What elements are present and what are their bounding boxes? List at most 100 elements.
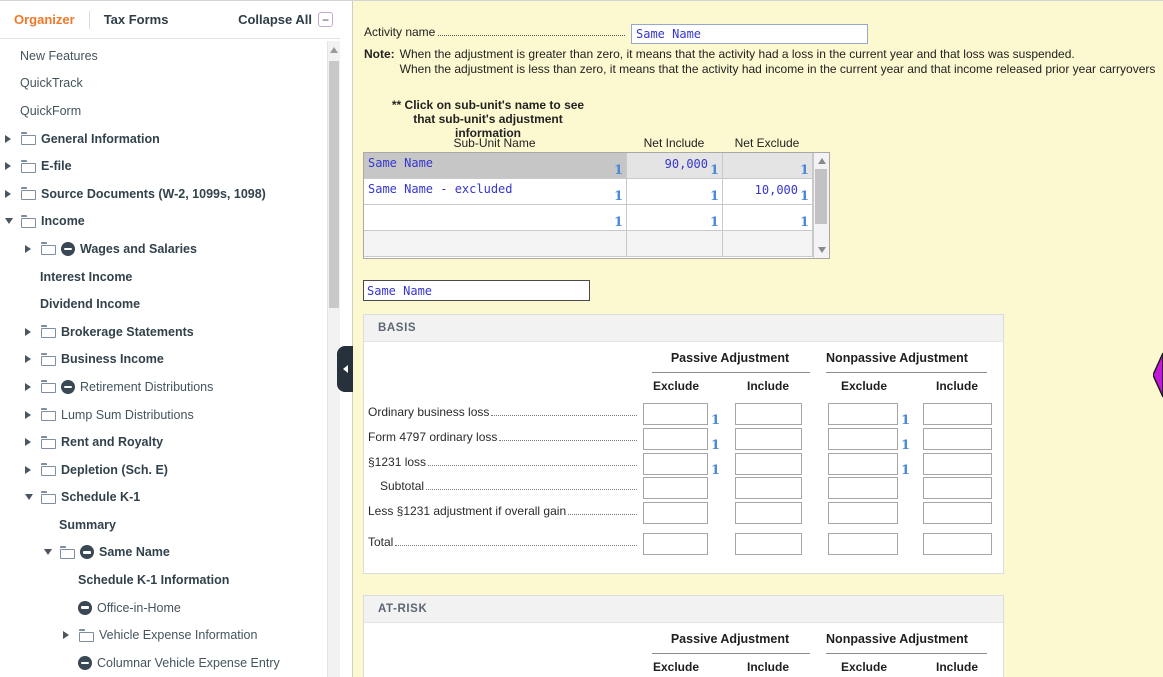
entry-flag-icon: 1: [709, 189, 719, 204]
expand-arrow-icon[interactable]: [5, 189, 20, 198]
basis-less-1231-adjustment-if-overall-gain-passive-exclude-input[interactable]: [643, 502, 708, 524]
basis-subtotal-passive-exclude-input[interactable]: [643, 477, 708, 499]
basis-total-nonpassive-include-input[interactable]: [923, 533, 992, 555]
net-include-cell[interactable]: [627, 231, 723, 257]
net-include-cell[interactable]: 1: [627, 179, 723, 205]
sidebar-item-schedule-k-1[interactable]: Schedule K-1: [0, 484, 327, 512]
column-header-include: Include: [935, 660, 979, 674]
scrollbar-thumb[interactable]: [329, 61, 339, 308]
sidebar-item-vehicle-expense-information[interactable]: Vehicle Expense Information: [0, 621, 327, 649]
folder-icon: [40, 325, 56, 339]
collapse-arrow-icon[interactable]: [44, 549, 59, 556]
subunit-name-cell[interactable]: 1: [364, 205, 627, 231]
sidebar-item-depletion-sch-e[interactable]: Depletion (Sch. E): [0, 456, 327, 484]
basis-total-nonpassive-exclude-input[interactable]: [828, 533, 898, 555]
expand-arrow-icon[interactable]: [25, 382, 40, 391]
sidebar-item-quicktrack[interactable]: QuickTrack: [0, 70, 327, 98]
activity-name-input[interactable]: [631, 24, 868, 44]
sidebar-item-quickform[interactable]: QuickForm: [0, 97, 327, 125]
basis-ordinary-business-loss-passive-include-input[interactable]: [735, 403, 802, 425]
sidebar-item-source-documents-w-2-1099s-1098[interactable]: Source Documents (W-2, 1099s, 1098): [0, 180, 327, 208]
table-scrollbar[interactable]: [813, 153, 829, 258]
net-include-cell[interactable]: 1: [627, 205, 723, 231]
sidebar-item-general-information[interactable]: General Information: [0, 125, 327, 153]
sidebar-item-business-income[interactable]: Business Income: [0, 346, 327, 374]
sidebar-collapse-handle[interactable]: [337, 346, 353, 392]
basis-less-1231-adjustment-if-overall-gain-nonpassive-exclude-input[interactable]: [828, 502, 898, 524]
subunit-name-cell[interactable]: Same Name - excluded 1: [364, 179, 627, 205]
net-exclude-cell[interactable]: 1: [723, 205, 813, 231]
collapse-arrow-icon[interactable]: [5, 218, 20, 225]
sidebar-item-interest-income[interactable]: Interest Income: [0, 263, 327, 291]
basis-ordinary-business-loss-passive-exclude-input[interactable]: [643, 403, 708, 425]
expand-arrow-icon[interactable]: [25, 465, 40, 474]
sidebar-item-summary[interactable]: Summary: [0, 511, 327, 539]
net-include-cell[interactable]: 90,000 1: [627, 153, 723, 179]
sidebar-item-label: New Features: [20, 48, 98, 63]
panel-expand-handle[interactable]: [1153, 352, 1163, 398]
expand-arrow-icon[interactable]: [63, 631, 78, 640]
sidebar-item-e-file[interactable]: E-file: [0, 152, 327, 180]
sidebar-item-dividend-income[interactable]: Dividend Income: [0, 290, 327, 318]
basis-1231-loss-passive-include-input[interactable]: [735, 453, 802, 475]
basis-ordinary-business-loss-nonpassive-exclude-input[interactable]: [828, 403, 898, 425]
basis-subtotal-nonpassive-exclude-input[interactable]: [828, 477, 898, 499]
collapse-all-button[interactable]: Collapse All −: [238, 12, 333, 27]
note-line-2: When the adjustment is less than zero, i…: [399, 62, 1156, 76]
sidebar-item-rent-and-royalty[interactable]: Rent and Royalty: [0, 428, 327, 456]
scroll-up-arrow-icon[interactable]: [330, 47, 338, 53]
net-exclude-cell[interactable]: [723, 231, 813, 257]
entry-flag-icon: 1: [711, 463, 721, 478]
expand-arrow-icon[interactable]: [25, 327, 40, 336]
basis-subtotal-passive-include-input[interactable]: [735, 477, 802, 499]
at-risk-band: AT-RISK: [364, 596, 1003, 623]
basis-total-passive-include-input[interactable]: [735, 533, 802, 555]
row-label: Total: [368, 535, 638, 549]
basis-less-1231-adjustment-if-overall-gain-passive-include-input[interactable]: [735, 502, 802, 524]
net-exclude-cell[interactable]: 10,000 1: [723, 179, 813, 205]
basis-1231-loss-nonpassive-exclude-input[interactable]: [828, 453, 898, 475]
sidebar-item-new-features[interactable]: New Features: [0, 42, 327, 70]
scroll-down-arrow-icon[interactable]: [818, 247, 826, 253]
basis-1231-loss-nonpassive-include-input[interactable]: [923, 453, 992, 475]
sidebar-item-income[interactable]: Income: [0, 208, 327, 236]
basis-subtotal-nonpassive-include-input[interactable]: [923, 477, 992, 499]
form-area: Activity name Note: When the adjustment …: [352, 1, 1163, 677]
activity-name-input-secondary[interactable]: [363, 280, 590, 301]
basis-ordinary-business-loss-nonpassive-include-input[interactable]: [923, 403, 992, 425]
net-exclude-cell[interactable]: 1: [723, 153, 813, 179]
expand-arrow-icon[interactable]: [25, 244, 40, 253]
expand-arrow-icon[interactable]: [25, 410, 40, 419]
sidebar-item-brokerage-statements[interactable]: Brokerage Statements: [0, 318, 327, 346]
basis-less-1231-adjustment-if-overall-gain-nonpassive-include-input[interactable]: [923, 502, 992, 524]
collapse-arrow-icon[interactable]: [25, 494, 40, 501]
entry-flag-icon: 1: [799, 163, 809, 178]
row-label-text: Ordinary business loss: [368, 405, 490, 419]
tab-tax-forms[interactable]: Tax Forms: [104, 12, 169, 27]
expand-arrow-icon[interactable]: [5, 162, 20, 171]
sidebar-item-columnar-vehicle-expense-entry[interactable]: Columnar Vehicle Expense Entry: [0, 649, 327, 677]
scrollbar-thumb[interactable]: [815, 169, 827, 224]
expand-arrow-icon[interactable]: [25, 438, 40, 447]
sidebar-item-same-name[interactable]: Same Name: [0, 539, 327, 567]
expand-arrow-icon[interactable]: [25, 355, 40, 364]
sidebar-item-wages-and-salaries[interactable]: Wages and Salaries: [0, 235, 327, 263]
basis-form-4797-ordinary-loss-nonpassive-exclude-input[interactable]: [828, 428, 898, 450]
subunit-name-cell[interactable]: Same Name 1: [364, 153, 627, 179]
entry-flag-icon: 1: [901, 413, 911, 428]
sidebar-item-office-in-home[interactable]: Office-in-Home: [0, 594, 327, 622]
collapse-all-label: Collapse All: [238, 12, 312, 27]
basis-form-4797-ordinary-loss-nonpassive-include-input[interactable]: [923, 428, 992, 450]
sidebar-item-retirement-distributions[interactable]: Retirement Distributions: [0, 373, 327, 401]
basis-form-4797-ordinary-loss-passive-exclude-input[interactable]: [643, 428, 708, 450]
scroll-up-arrow-icon[interactable]: [818, 158, 826, 164]
basis-total-passive-exclude-input[interactable]: [643, 533, 708, 555]
sidebar-item-lump-sum-distributions[interactable]: Lump Sum Distributions: [0, 401, 327, 429]
basis-form-4797-ordinary-loss-passive-include-input[interactable]: [735, 428, 802, 450]
tab-organizer[interactable]: Organizer: [14, 12, 75, 27]
basis-1231-loss-passive-exclude-input[interactable]: [643, 453, 708, 475]
sidebar-item-schedule-k-1-information[interactable]: Schedule K-1 Information: [0, 566, 327, 594]
expand-arrow-icon[interactable]: [5, 134, 20, 143]
subunit-name-cell[interactable]: [364, 231, 627, 257]
cell-value: Same Name: [368, 156, 434, 170]
